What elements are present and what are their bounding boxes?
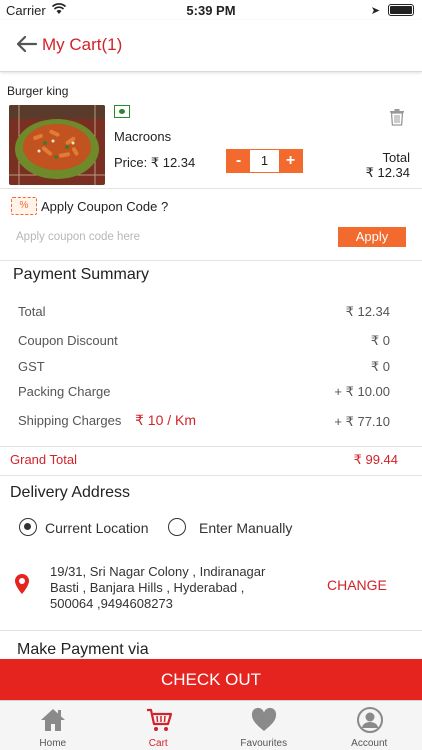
summary-row-value: + ₹ 77.10: [334, 414, 390, 429]
quantity-stepper: - 1 +: [226, 149, 303, 173]
battery-icon: [388, 4, 414, 16]
divider: [0, 260, 422, 261]
status-bar: Carrier 5:39 PM ➤: [0, 0, 422, 20]
tab-favourites-label: Favourites: [240, 738, 288, 749]
item-name: Macroons: [114, 129, 172, 144]
increase-quantity-button[interactable]: +: [279, 150, 302, 172]
item-total-value: ₹ 12.34: [365, 165, 410, 180]
page-title: My Cart(1): [42, 35, 123, 54]
delivery-address-text: 19/31, Sri Nagar Colony , Indiranagar Ba…: [50, 564, 266, 611]
account-icon: [356, 707, 383, 733]
decrease-quantity-button[interactable]: -: [227, 150, 250, 172]
payment-summary-title: Payment Summary: [13, 266, 150, 283]
navigation-bar: My Cart(1): [0, 20, 422, 72]
shipping-rate: ₹ 10 / Km: [135, 412, 197, 428]
summary-row-label: Coupon Discount: [18, 333, 118, 348]
tab-home-label: Home: [39, 738, 67, 749]
change-address-button[interactable]: CHANGE: [327, 577, 387, 593]
delete-item-icon[interactable]: [389, 108, 405, 126]
food-image: [9, 105, 105, 185]
veg-indicator-icon: [114, 105, 130, 118]
tab-cart[interactable]: Cart: [106, 701, 212, 750]
tab-bar: Home Cart Favourites Account: [0, 700, 422, 750]
heart-icon: [251, 707, 277, 731]
tab-cart-label: Cart: [148, 738, 168, 749]
coupon-code-input[interactable]: [16, 228, 316, 246]
summary-row-value: + ₹ 10.00: [334, 384, 390, 399]
home-icon: [41, 709, 65, 731]
current-location-radio[interactable]: [19, 518, 37, 536]
tab-account-label: Account: [351, 738, 388, 749]
divider: [0, 446, 422, 447]
summary-row-label: GST: [18, 359, 45, 374]
location-pin-icon: [15, 574, 29, 594]
quantity-value[interactable]: 1: [250, 150, 279, 172]
store-name: Burger king: [7, 84, 69, 98]
clock: 5:39 PM: [186, 3, 236, 18]
back-arrow-icon[interactable]: [14, 34, 38, 54]
grand-total-value: ₹ 99.44: [353, 452, 398, 467]
summary-row-label: Shipping Charges: [18, 413, 122, 428]
divider: [0, 188, 422, 189]
location-arrow-icon: ➤: [370, 5, 380, 17]
summary-row-value: ₹ 0: [370, 359, 390, 374]
tab-account[interactable]: Account: [317, 701, 422, 750]
summary-row-value: ₹ 0: [370, 333, 390, 348]
enter-manually-label[interactable]: Enter Manually: [199, 520, 292, 536]
apply-coupon-button[interactable]: Apply: [338, 227, 406, 247]
make-payment-title: Make Payment via: [17, 641, 149, 658]
divider: [0, 475, 422, 476]
current-location-label[interactable]: Current Location: [45, 520, 149, 536]
summary-row-value: ₹ 12.34: [345, 304, 390, 319]
cart-icon: [146, 708, 172, 731]
coupon-title: Apply Coupon Code ?: [41, 199, 169, 214]
checkout-button[interactable]: CHECK OUT: [0, 659, 422, 700]
item-total-label: Total: [382, 150, 410, 165]
delivery-address-title: Delivery Address: [10, 484, 131, 501]
divider: [0, 630, 422, 631]
summary-row-label: Packing Charge: [18, 384, 111, 399]
tab-home[interactable]: Home: [0, 701, 106, 750]
coupon-icon: %: [11, 197, 37, 215]
item-price: Price: ₹ 12.34: [114, 155, 196, 170]
summary-row-label: Total: [18, 304, 46, 319]
enter-manually-radio[interactable]: [168, 518, 186, 536]
grand-total-label: Grand Total: [10, 452, 77, 467]
tab-favourites[interactable]: Favourites: [211, 701, 317, 750]
